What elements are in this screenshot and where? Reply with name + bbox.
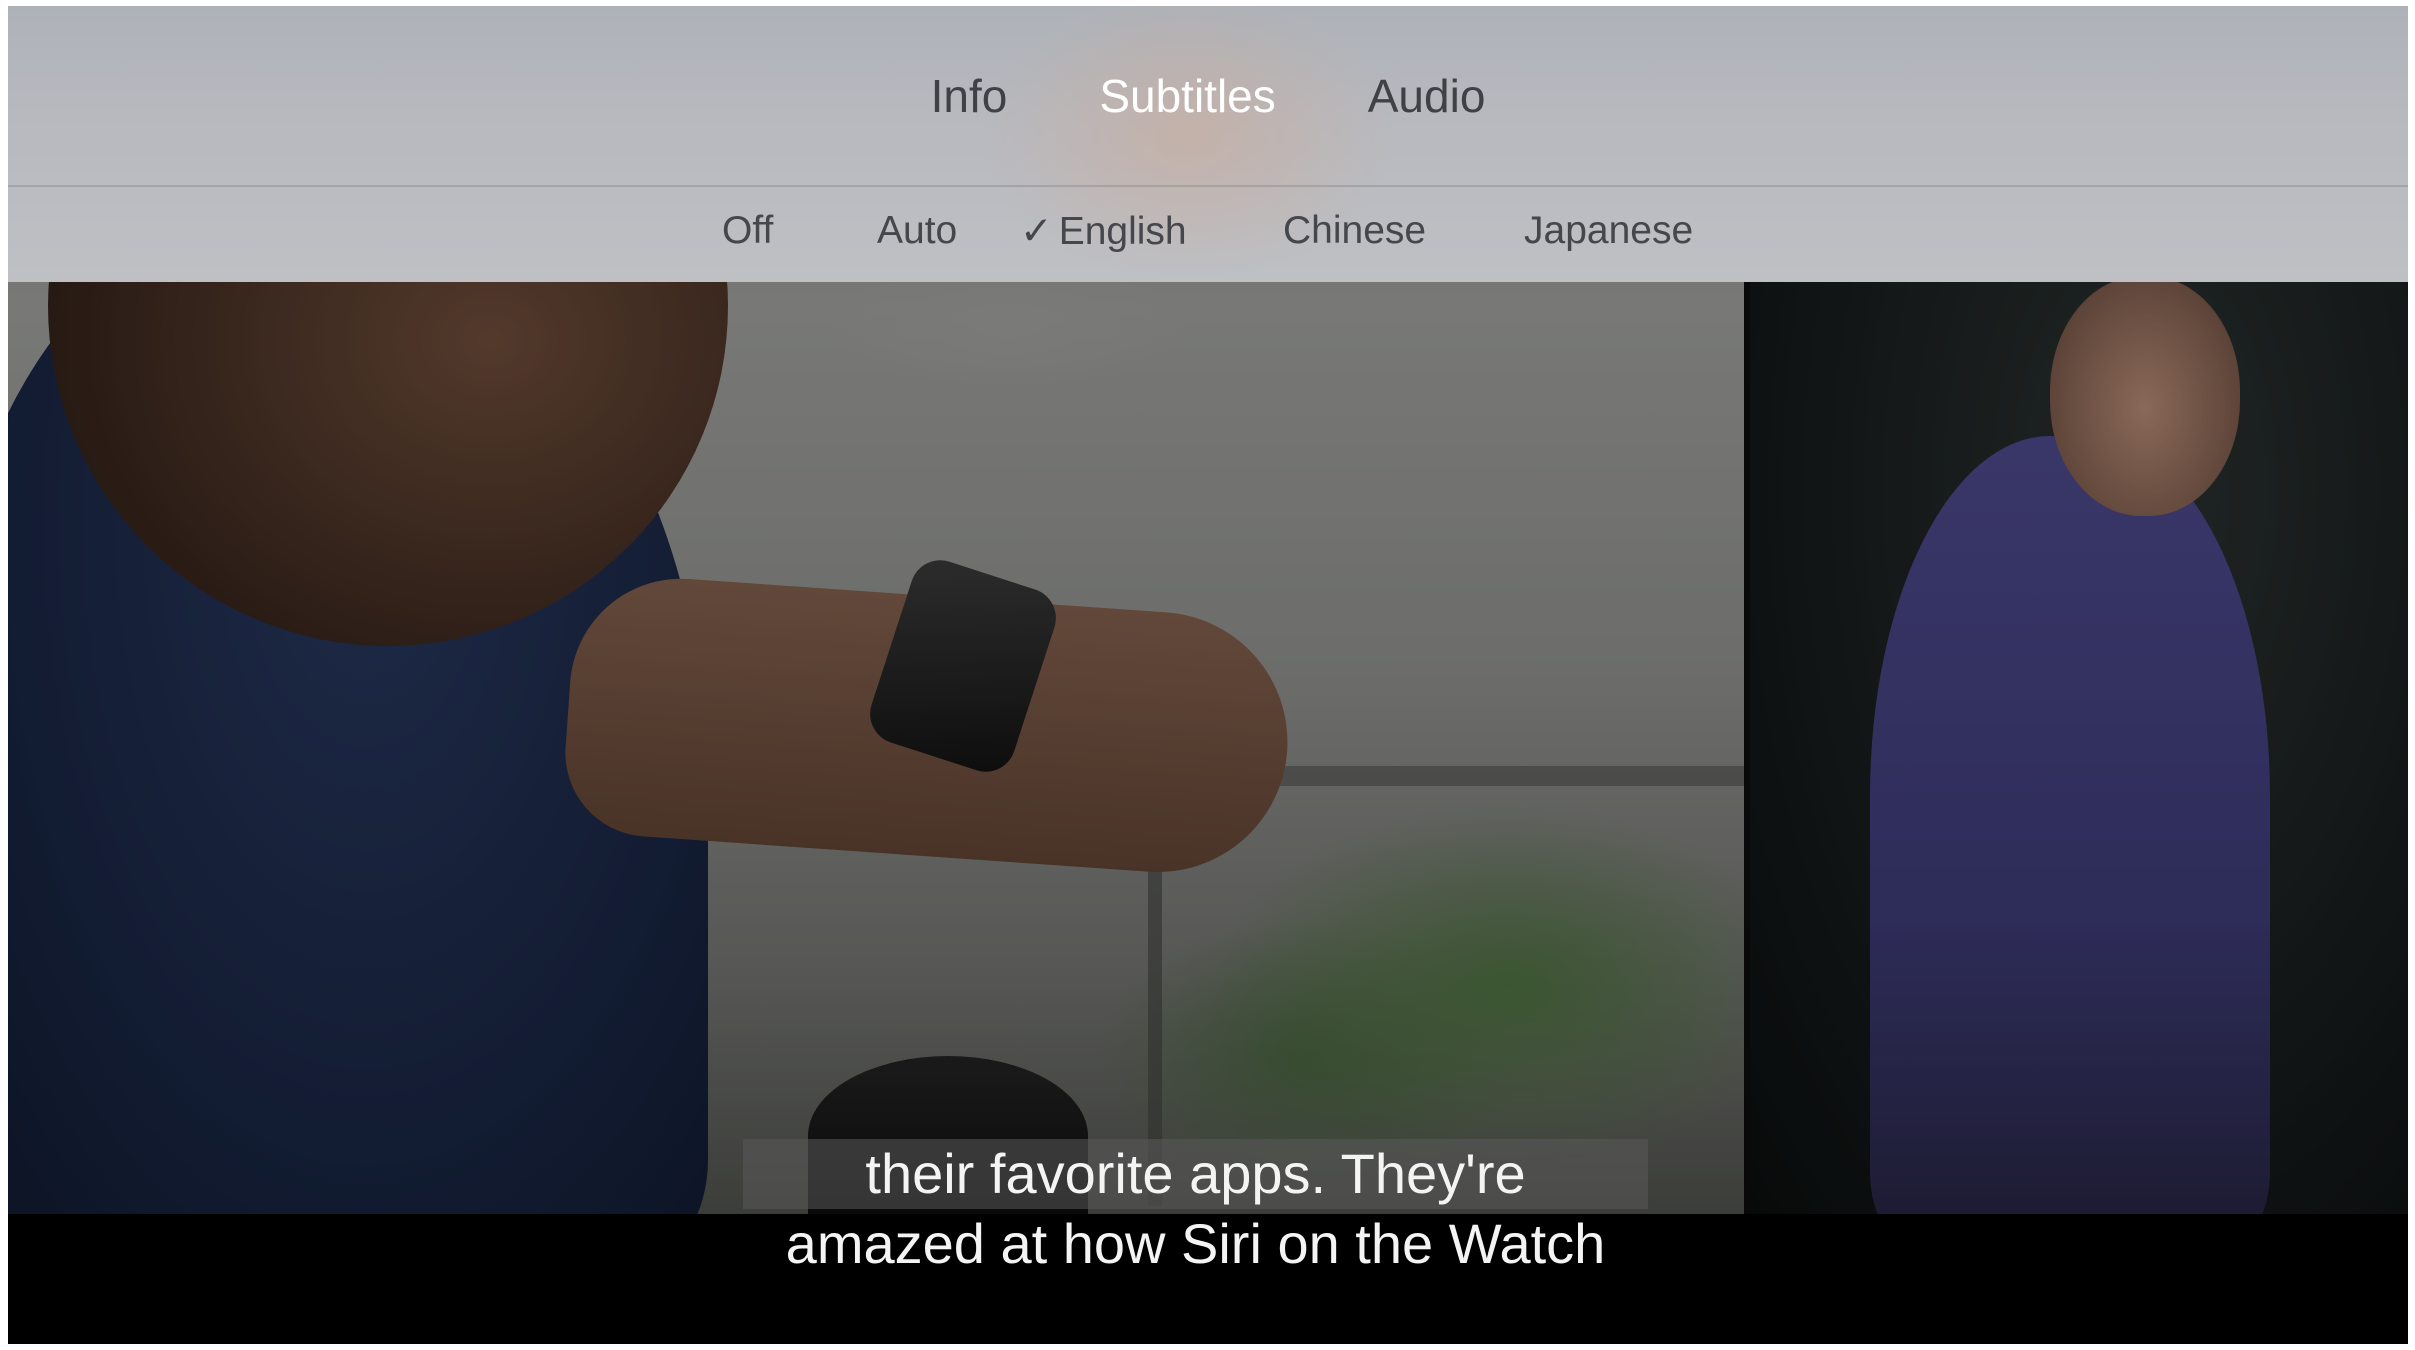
menu-tabs: Info Subtitles Audio: [8, 6, 2408, 186]
option-label: Off: [722, 209, 774, 252]
option-label: Japanese: [1524, 209, 1694, 252]
subtitle-option-english[interactable]: ✓ English: [1020, 209, 1187, 254]
subtitle-option-chinese[interactable]: Chinese: [1283, 209, 1426, 253]
subtitle-option-japanese[interactable]: Japanese: [1524, 209, 1693, 253]
subtitle-option-off[interactable]: Off: [722, 209, 773, 253]
subtitle-options: Off Auto ✓ English Chinese Japanese: [8, 187, 2408, 282]
player-frame: their favorite apps. They're amazed at h…: [8, 6, 2408, 1344]
option-label: Chinese: [1283, 209, 1427, 252]
subtitle-captions: their favorite apps. They're amazed at h…: [743, 1139, 1648, 1279]
tab-audio[interactable]: Audio: [1322, 69, 1532, 123]
tab-subtitles[interactable]: Subtitles: [1053, 69, 1321, 123]
playback-info-menu: Info Subtitles Audio Off Auto ✓ English C…: [8, 6, 2408, 282]
caption-line-2: amazed at how Siri on the Watch: [785, 1212, 1606, 1275]
subtitle-option-auto[interactable]: Auto: [877, 209, 957, 253]
caption-line-1: their favorite apps. They're: [743, 1139, 1648, 1209]
checkmark-icon: ✓: [1020, 210, 1053, 253]
option-label: Auto: [877, 209, 958, 252]
option-label: English: [1058, 210, 1187, 253]
tab-info[interactable]: Info: [885, 69, 1054, 123]
